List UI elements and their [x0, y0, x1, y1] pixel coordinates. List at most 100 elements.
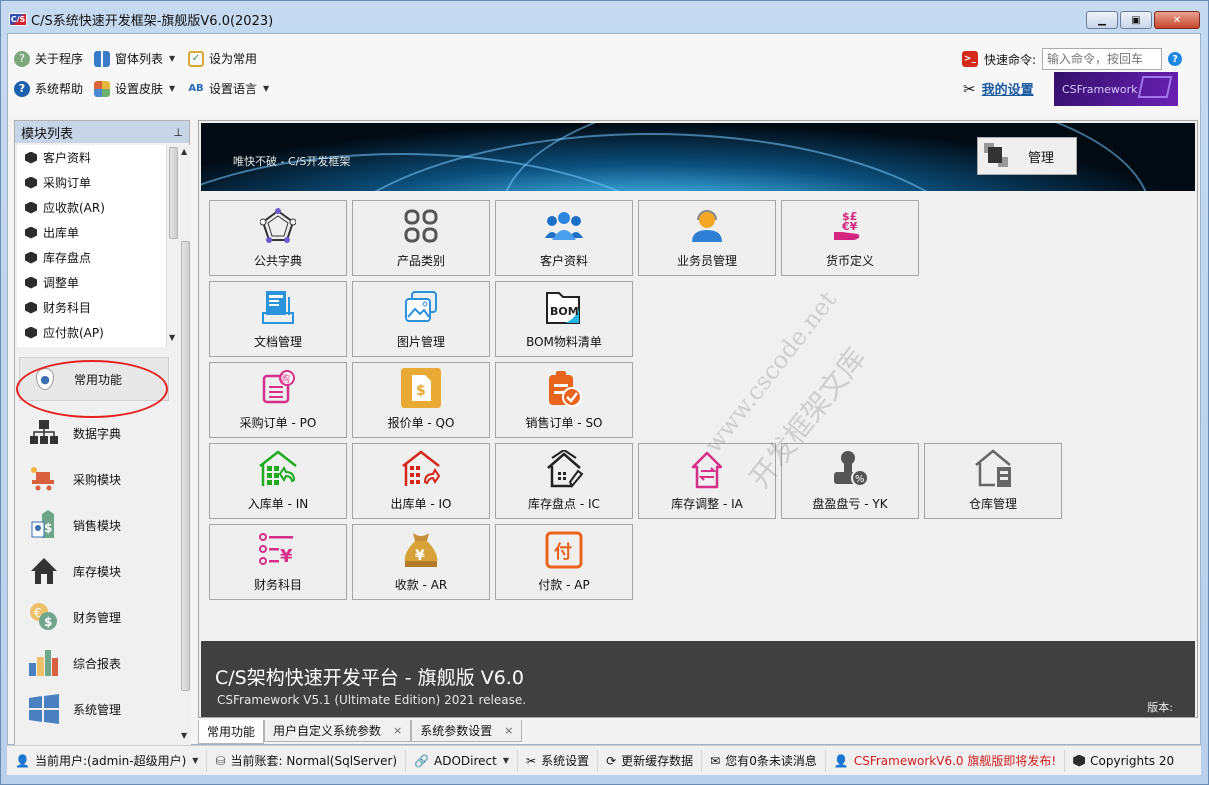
system-help-button[interactable]: ? 系统帮助: [14, 80, 83, 97]
money-bag-icon: ¥: [401, 530, 441, 570]
language-ab-icon: AB: [188, 83, 204, 94]
group-inventory[interactable]: 库存模块: [29, 551, 121, 591]
status-refresh-cache[interactable]: ⟳ 更新缓存数据: [598, 749, 703, 772]
tile-warehouse-out[interactable]: 出库单 - IO: [352, 443, 490, 519]
tile-house-transfer[interactable]: 库存调整 - IA: [638, 443, 776, 519]
user-gear-icon: 👤: [15, 753, 30, 768]
module-item[interactable]: 调整单: [17, 270, 166, 295]
module-item[interactable]: 应收款(AR): [17, 195, 166, 220]
status-account-set[interactable]: ⛁ 当前账套: Normal(SqlServer): [207, 749, 407, 772]
module-item[interactable]: 财务科目: [17, 295, 166, 320]
status-announcement[interactable]: 👤 CSFrameworkV6.0 旗舰版即将发布!: [826, 749, 1066, 772]
chevron-down-icon: ▼: [263, 84, 270, 93]
quick-command-input[interactable]: [1042, 48, 1162, 70]
set-favorite-label: 设为常用: [209, 52, 258, 66]
status-connection[interactable]: 🔗 ADODirect ▼: [406, 749, 519, 772]
scroll-down-arrow-icon[interactable]: ▼: [181, 731, 187, 740]
scroll-up-arrow-icon[interactable]: ▲: [181, 147, 187, 156]
warehouse-shelf-icon: [973, 449, 1013, 489]
group-finance[interactable]: € $ 财务管理: [29, 597, 121, 637]
panel-scrollbar[interactable]: ▲ ▼: [179, 145, 191, 745]
tile-pay-stamp[interactable]: 付付款 - AP: [495, 524, 633, 600]
warehouse-in-icon: [258, 449, 298, 489]
cube-icon: [25, 276, 37, 289]
main-window: C/S C/S系统快速开发框架-旗舰版V6.0(2023) ▁ ▣ ✕ ? 关于…: [0, 0, 1209, 785]
scrollbar-thumb[interactable]: [181, 241, 190, 691]
minimize-button[interactable]: ▁: [1086, 11, 1118, 29]
tile-category-grid[interactable]: 产品类别: [352, 200, 490, 276]
tile-list-yen[interactable]: ¥ 财务科目: [209, 524, 347, 600]
tools-icon: ✂: [526, 753, 537, 768]
scrollbar-thumb[interactable]: [169, 147, 178, 239]
tile-network-star[interactable]: 公共字典: [209, 200, 347, 276]
about-button[interactable]: ? 关于程序: [14, 50, 83, 67]
maximize-button[interactable]: ▣: [1120, 11, 1152, 29]
group-data-dictionary[interactable]: 数据字典: [29, 413, 121, 453]
tab-system-params[interactable]: 系统参数设置 ×: [411, 720, 523, 742]
module-item-label: 采购订单: [43, 176, 92, 190]
module-item[interactable]: 库存盘点: [17, 245, 166, 270]
status-label: CSFrameworkV6.0 旗舰版即将发布!: [853, 754, 1057, 768]
windows-logo-icon: [29, 694, 59, 724]
close-icon[interactable]: ×: [504, 724, 513, 737]
tile-label: 公共字典: [253, 254, 302, 268]
favorites-button[interactable]: ● 常用功能: [19, 357, 169, 401]
my-settings-label[interactable]: 我的设置: [982, 79, 1034, 98]
pin-icon[interactable]: ⊥: [173, 126, 183, 139]
set-language-button[interactable]: AB 设置语言 ▼: [188, 80, 269, 97]
help-circle-icon: ?: [14, 80, 30, 97]
chevron-down-icon: ▼: [192, 756, 199, 765]
stamp-percent-icon: %: [830, 449, 870, 489]
module-item[interactable]: 采购订单: [17, 170, 166, 195]
tile-document-tray[interactable]: 文档管理: [209, 281, 347, 357]
tab-favorites[interactable]: 常用功能: [198, 720, 265, 744]
module-item[interactable]: 出库单: [17, 220, 166, 245]
group-purchase[interactable]: 采购模块: [29, 459, 121, 499]
manage-button[interactable]: 管理: [977, 137, 1077, 175]
app-logo-icon: C/S: [9, 12, 27, 26]
tile-headset-user[interactable]: 业务员管理: [638, 200, 776, 276]
status-messages[interactable]: ✉ 您有0条未读消息: [702, 749, 826, 772]
module-list-scrollbar[interactable]: ▼: [167, 145, 179, 347]
help-icon[interactable]: ?: [1168, 52, 1182, 66]
tile-house-edit[interactable]: 库存盘点 - IC: [495, 443, 633, 519]
set-skin-button[interactable]: 设置皮肤 ▼: [94, 80, 175, 97]
cube-icon: [25, 226, 37, 239]
brand-banner[interactable]: CSFramework: [1054, 72, 1178, 106]
status-copyright: Copyrights 20: [1065, 750, 1182, 772]
tile-stamp-percent[interactable]: % 盘盈盘亏 - YK: [781, 443, 919, 519]
tile-warehouse-shelf[interactable]: 仓库管理: [924, 443, 1062, 519]
status-current-user[interactable]: 👤 当前用户:(admin-超级用户) ▼: [7, 749, 208, 772]
group-sales[interactable]: $ 销售模块: [29, 505, 121, 545]
close-button[interactable]: ✕: [1154, 11, 1200, 29]
cube-icon: [1073, 754, 1086, 767]
tile-clipboard-check[interactable]: 销售订单 - SO: [495, 362, 633, 438]
clipboard-check-icon: ✓: [188, 50, 204, 67]
database-add-icon: ⛁: [215, 753, 226, 768]
tab-user-params[interactable]: 用户自定义系统参数 ×: [264, 720, 412, 742]
document-tabs: 常用功能 用户自定义系统参数 × 系统参数设置 ×: [198, 720, 523, 744]
tile-quote-dollar[interactable]: $ 报价单 - QO: [352, 362, 490, 438]
group-system[interactable]: 系统管理: [29, 689, 121, 729]
tile-purchase-order[interactable]: 购采购订单 - PO: [209, 362, 347, 438]
module-item-label: 调整单: [43, 276, 80, 290]
tile-image-gallery[interactable]: 图片管理: [352, 281, 490, 357]
quick-command: >_ 快速命令: ?: [961, 48, 1182, 70]
module-item[interactable]: 应付款(AP): [17, 320, 166, 345]
tile-bom-folder[interactable]: BOM BOM物料清单: [495, 281, 633, 357]
tile-money-bag[interactable]: ¥ 收款 - AR: [352, 524, 490, 600]
my-settings-link[interactable]: ✂ 我的设置: [963, 79, 1034, 99]
watermark-url: www.cscode.net: [699, 286, 843, 459]
close-icon[interactable]: ×: [393, 724, 402, 737]
scroll-down-arrow-icon[interactable]: ▼: [169, 333, 175, 342]
set-favorite-button[interactable]: ✓ 设为常用: [188, 50, 257, 67]
tile-currency-hand[interactable]: $£ €¥ 货币定义: [781, 200, 919, 276]
tile-label: 付款 - AP: [538, 578, 590, 592]
status-system-settings[interactable]: ✂ 系统设置: [518, 749, 599, 772]
group-reports[interactable]: 综合报表: [29, 643, 121, 683]
tile-user-group[interactable]: 客户资料: [495, 200, 633, 276]
tile-warehouse-in[interactable]: 入库单 - IN: [209, 443, 347, 519]
form-list-button[interactable]: 窗体列表 ▼: [94, 50, 175, 67]
status-label: 当前用户:(admin-超级用户): [34, 754, 187, 768]
module-item[interactable]: 客户资料: [17, 145, 166, 170]
